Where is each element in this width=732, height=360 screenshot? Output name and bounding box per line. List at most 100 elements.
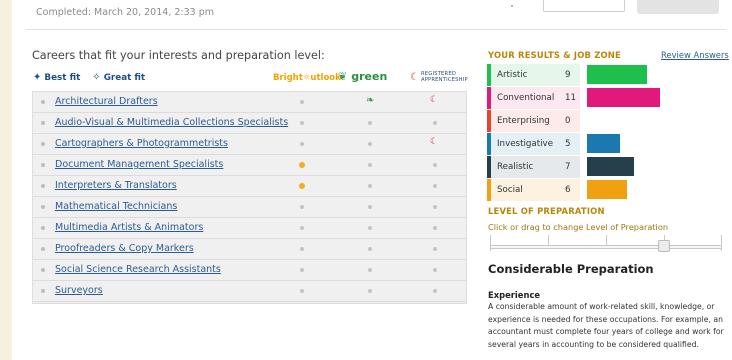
leaf-icon: ❦ <box>338 70 348 83</box>
empty-dot <box>433 247 437 251</box>
empty-dot <box>433 226 437 230</box>
interest-bar <box>587 88 660 107</box>
empty-dot <box>433 163 437 167</box>
row-bullet <box>41 142 45 146</box>
row-bullet <box>41 121 45 125</box>
table-row: Audio-Visual & Multimedia Collections Sp… <box>33 113 466 134</box>
apprenticeship-icon: ☾ <box>410 71 419 83</box>
empty-dot <box>300 142 304 146</box>
occupation-link[interactable]: Social Science Research Assistants <box>55 264 221 275</box>
occupation-link[interactable]: Surveyors <box>55 285 103 296</box>
bright-outlook-icon <box>299 162 305 168</box>
empty-dot <box>300 247 304 251</box>
interest-score: 11 <box>565 93 577 103</box>
empty-dot <box>433 184 437 188</box>
row-bullet <box>41 163 45 167</box>
empty-dot <box>368 289 372 293</box>
occupation-link[interactable]: Architectural Drafters <box>55 96 158 107</box>
occupation-link[interactable]: Audio-Visual & Multimedia Collections Sp… <box>55 117 288 128</box>
empty-dot <box>368 247 372 251</box>
registered-apprenticeship-logo: ☾ REGISTERED APPRENTICESHIP <box>410 71 468 83</box>
empty-dot <box>300 205 304 209</box>
preparation-slider-track[interactable] <box>490 245 722 249</box>
interest-score: 6 <box>565 185 571 195</box>
green-leaf-icon: ❧ <box>366 95 375 106</box>
row-bullet <box>41 100 45 104</box>
interest-bar <box>587 157 634 176</box>
occupation-link[interactable]: Cartographers & Photogrammetrists <box>55 138 228 149</box>
great-fit-icon: ✧ <box>92 72 101 83</box>
occupation-link[interactable]: Mathematical Technicians <box>55 201 177 212</box>
great-fit-label: Great fit <box>103 72 146 83</box>
empty-dot <box>300 121 304 125</box>
preparation-hint: Click or drag to change Level of Prepara… <box>488 222 669 232</box>
best-fit-icon: ✦ <box>33 72 42 83</box>
bright-outlook-icon <box>299 183 305 189</box>
table-row: Mathematical Technicians <box>33 197 466 218</box>
occupation-link[interactable]: Document Management Specialists <box>55 159 223 170</box>
occupation-link[interactable]: Interpreters & Translators <box>55 180 177 191</box>
preparation-title: LEVEL OF PREPARATION <box>488 206 605 216</box>
header-divider <box>26 29 726 30</box>
interest-score: 5 <box>565 139 571 149</box>
empty-dot <box>300 100 304 104</box>
row-bullet <box>41 205 45 209</box>
interest-bar <box>587 134 620 153</box>
experience-text: A considerable amount of work-related sk… <box>488 302 724 349</box>
table-row: Proofreaders & Copy Markers <box>33 239 466 260</box>
best-fit-label: Best fit <box>44 72 81 83</box>
table-row: Social Science Research Assistants <box>33 260 466 281</box>
completed-timestamp: Completed: March 20, 2014, 2:33 pm <box>36 7 214 18</box>
empty-dot <box>368 121 372 125</box>
table-row: Cartographers & Photogrammetrists ☾ <box>33 134 466 155</box>
interest-score: 7 <box>565 162 571 172</box>
apprenticeship-icon: ☾ <box>430 137 439 147</box>
results-title: YOUR RESULTS & JOB ZONE <box>488 50 621 60</box>
table-row: Architectural Drafters ❧ ☾ <box>33 92 466 113</box>
bright-outlook-logo: Bright☼utlook <box>273 73 341 83</box>
row-bullet <box>41 289 45 293</box>
slider-tick <box>606 235 607 245</box>
apprenticeship-icon: ☾ <box>430 95 439 105</box>
review-answers-link[interactable]: Review Answers <box>661 50 729 60</box>
occupation-link[interactable]: Multimedia Artists & Animators <box>55 222 203 233</box>
empty-dot <box>368 184 372 188</box>
row-bullet <box>41 184 45 188</box>
fit-legend: ✦ Best fit ✧ Great fit <box>33 72 145 83</box>
empty-dot <box>368 268 372 272</box>
green-economy-logo: ❦ green <box>338 70 388 83</box>
empty-dot <box>368 205 372 209</box>
table-row: Surveyors <box>33 281 466 302</box>
interest-bar <box>587 180 627 199</box>
left-sidebar-strip <box>0 0 12 360</box>
occupation-link[interactable]: Proofreaders & Copy Markers <box>55 243 194 254</box>
top-button[interactable] <box>637 0 719 14</box>
empty-dot <box>433 205 437 209</box>
empty-dot <box>300 268 304 272</box>
preparation-slider-thumb[interactable] <box>658 240 670 252</box>
row-bullet <box>41 247 45 251</box>
top-dot <box>511 5 513 7</box>
table-row: Interpreters & Translators <box>33 176 466 197</box>
careers-heading: Careers that fit your interests and prep… <box>32 49 325 62</box>
row-bullet <box>41 226 45 230</box>
table-row: Document Management Specialists <box>33 155 466 176</box>
empty-dot <box>433 289 437 293</box>
careers-table: Architectural Drafters ❧ ☾ Audio-Visual & M… <box>32 91 467 304</box>
interest-score: 9 <box>565 70 571 80</box>
table-row: Multimedia Artists & Animators <box>33 218 466 239</box>
empty-dot <box>433 121 437 125</box>
interest-score: 0 <box>565 116 571 126</box>
empty-dot <box>300 226 304 230</box>
slider-tick <box>548 235 549 245</box>
empty-dot <box>368 226 372 230</box>
top-input-field[interactable] <box>543 0 625 12</box>
interest-bar <box>587 65 647 84</box>
empty-dot <box>368 142 372 146</box>
empty-dot <box>300 289 304 293</box>
empty-dot <box>368 163 372 167</box>
row-bullet <box>41 268 45 272</box>
experience-title: Experience <box>488 290 541 300</box>
empty-dot <box>433 268 437 272</box>
preparation-level-name: Considerable Preparation <box>488 262 654 276</box>
